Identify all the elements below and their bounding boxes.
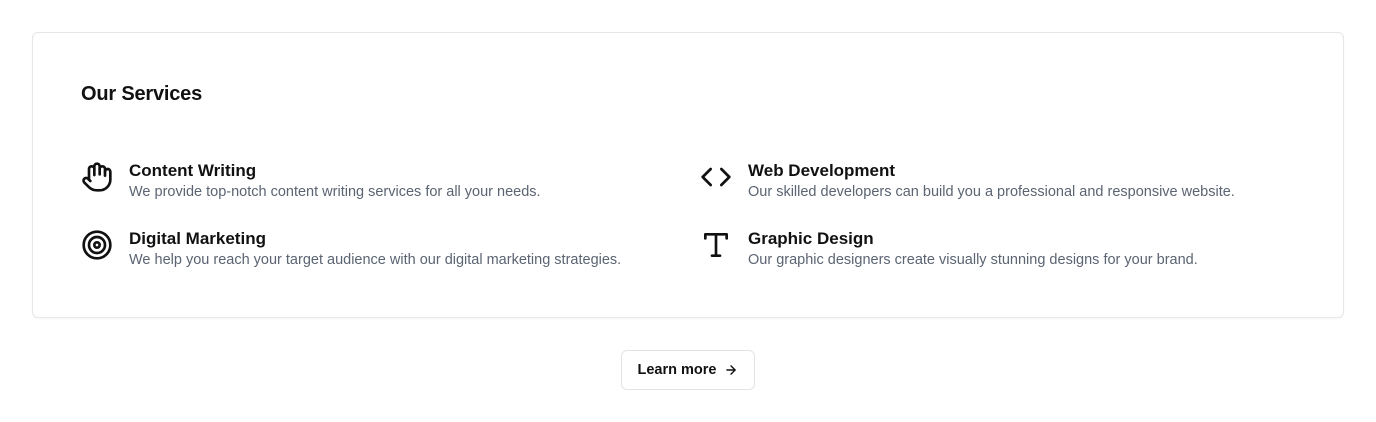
service-item-graphic-design: Graphic Design Our graphic designers cre… xyxy=(700,227,1280,277)
arrow-right-icon xyxy=(724,363,738,377)
service-item-digital-marketing: Digital Marketing We help you reach your… xyxy=(81,227,661,277)
services-card: Our Services Content Writing We provide … xyxy=(32,32,1344,318)
service-name: Digital Marketing xyxy=(129,229,266,248)
service-name: Web Development xyxy=(748,161,896,180)
service-item-web-development: Web Development Our skilled developers c… xyxy=(700,159,1280,209)
service-description: We provide top-notch content writing ser… xyxy=(129,184,541,200)
service-description: Our skilled developers can build you a p… xyxy=(748,184,1235,200)
code-icon xyxy=(700,161,732,193)
service-name: Content Writing xyxy=(129,161,257,180)
service-description: We help you reach your target audience w… xyxy=(129,252,622,268)
hand-icon xyxy=(81,161,113,193)
service-name: Graphic Design xyxy=(748,229,874,248)
text-type-icon xyxy=(700,229,732,261)
service-description: Our graphic designers create visually st… xyxy=(748,252,1198,268)
learn-more-label: Learn more xyxy=(637,362,717,378)
learn-more-button[interactable]: Learn more xyxy=(621,350,755,390)
section-title: Our Services xyxy=(81,83,203,105)
service-item-content-writing: Content Writing We provide top-notch con… xyxy=(81,159,661,209)
target-icon xyxy=(81,229,113,261)
